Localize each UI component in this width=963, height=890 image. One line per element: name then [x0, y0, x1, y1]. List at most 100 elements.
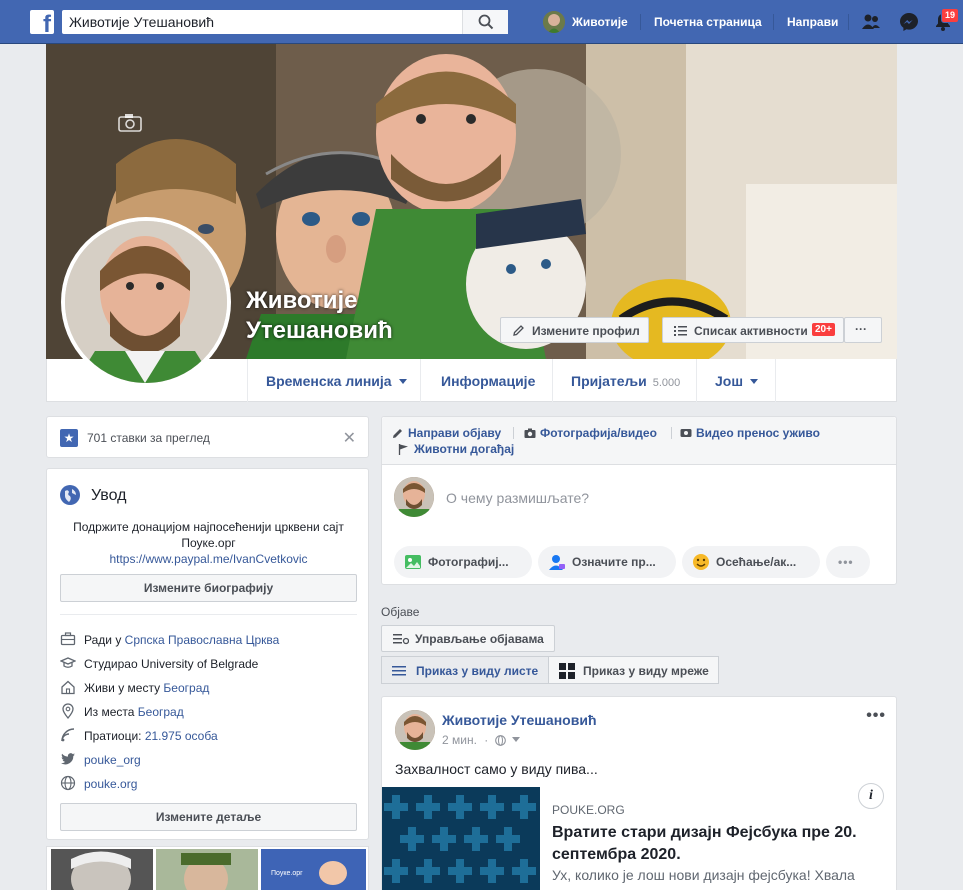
tab-photo-video[interactable]: Фотографија/видео: [524, 426, 657, 440]
activity-count-badge: 20+: [812, 323, 835, 336]
tab-life-event[interactable]: Животни догађај: [398, 442, 514, 456]
smiley-icon: [693, 554, 709, 570]
top-navigation-bar: f Животије Почетна страница Направи 19: [0, 0, 963, 44]
post-text: Захвалност само у виду пива...: [395, 761, 598, 777]
link-description: Ух, колико је лош нови дизајн фејсбука! …: [552, 867, 855, 883]
top-user-name: Животије: [572, 15, 628, 29]
separator: [671, 427, 672, 439]
post-meta: 2 мин. ·: [442, 733, 520, 747]
grid-view-button[interactable]: Приказ у виду мреже: [548, 656, 719, 684]
intro-bio: Подржите донацијом најпосећенији црквени…: [59, 519, 358, 567]
camera-icon[interactable]: [118, 112, 142, 132]
facebook-logo-icon[interactable]: f: [30, 10, 54, 37]
search-icon: [478, 14, 494, 30]
briefcase-icon: [60, 632, 76, 646]
tab-timeline[interactable]: Временска линија: [247, 359, 420, 402]
twitter-link[interactable]: pouke_org: [84, 753, 141, 767]
tab-friends[interactable]: Пријатељи 5.000: [552, 359, 696, 402]
profile-name-first: Животије: [246, 287, 358, 314]
separator: [640, 14, 641, 30]
divider: [60, 614, 357, 615]
avatar: [543, 11, 565, 33]
tab-more[interactable]: Још: [696, 359, 776, 402]
chevron-down-icon[interactable]: [511, 737, 520, 742]
globe-icon: [60, 485, 80, 505]
post-composer: Направи објаву Фотографија/видео Видео п…: [381, 416, 897, 585]
search-input[interactable]: [62, 10, 462, 34]
info-icon[interactable]: i: [858, 783, 884, 809]
tab-live-video[interactable]: Видео пренос уживо: [680, 426, 820, 440]
more-options-button[interactable]: ···: [844, 317, 882, 343]
work-link[interactable]: Српска Православна Црква: [125, 633, 280, 647]
website-link[interactable]: pouke.org: [84, 777, 137, 791]
friend-requests-icon[interactable]: [860, 11, 882, 33]
profile-picture[interactable]: [61, 217, 231, 387]
home-icon: [61, 680, 75, 695]
review-items-text: 701 ставки за преглед: [87, 431, 210, 445]
live-video-icon: [680, 429, 692, 437]
settings-list-icon: [393, 634, 409, 645]
photo-icon: [405, 555, 421, 569]
intro-title: Увод: [91, 487, 127, 504]
profile-name[interactable]: Животије Утешановић: [246, 286, 393, 346]
followers-icon: [61, 728, 75, 742]
link-preview-image[interactable]: [382, 787, 540, 890]
globe-icon: [60, 775, 76, 791]
separator: [513, 427, 514, 439]
flag-icon: [398, 444, 408, 455]
avatar[interactable]: [395, 710, 435, 750]
tab-create-post[interactable]: Направи објаву: [392, 426, 501, 440]
activity-log-button[interactable]: Списак активности 20+: [662, 317, 844, 343]
review-items-card[interactable]: ★ 701 ставки за преглед ✕: [46, 416, 369, 458]
posts-section-label: Објаве: [381, 605, 420, 619]
photo-thumbnail[interactable]: Поуке.орг: [261, 849, 366, 890]
list-icon: [392, 666, 406, 676]
photo-thumbnail[interactable]: [51, 849, 153, 890]
post-author-link[interactable]: Животије Утешановић: [442, 712, 597, 728]
search-box: [62, 10, 508, 34]
tab-about[interactable]: Информације: [420, 359, 552, 402]
link-title[interactable]: Вратите стари дизајн Фејсбука пре 20. се…: [552, 822, 882, 866]
edit-profile-button[interactable]: Измените профил: [500, 317, 649, 343]
camera-icon: [524, 428, 536, 438]
followers-link[interactable]: 21.975 особа: [145, 729, 218, 743]
star-icon: ★: [60, 429, 78, 447]
photo-thumbnail[interactable]: [156, 849, 258, 890]
close-icon[interactable]: ✕: [343, 428, 356, 448]
separator: [773, 14, 774, 30]
friends-count: 5.000: [652, 377, 681, 389]
grid-icon: [559, 663, 575, 679]
edit-details-button[interactable]: Измените детаље: [60, 803, 357, 831]
notifications-count-badge: 19: [941, 8, 960, 23]
more-options-pill[interactable]: •••: [826, 546, 870, 578]
search-button[interactable]: [462, 10, 508, 34]
separator: [848, 14, 849, 30]
post-options-button[interactable]: •••: [866, 707, 886, 725]
post-timestamp[interactable]: 2 мин.: [442, 733, 477, 747]
hometown-link[interactable]: Београд: [138, 705, 184, 719]
chevron-down-icon: [398, 379, 407, 384]
chevron-down-icon: [750, 379, 759, 384]
home-link[interactable]: Почетна страница: [654, 15, 762, 29]
location-pin-icon: [62, 703, 74, 719]
link-source: POUKE.ORG: [552, 803, 625, 817]
pencil-icon: [513, 325, 524, 336]
svg-text:Поуке.орг: Поуке.орг: [271, 870, 303, 877]
avatar: [394, 477, 434, 517]
tag-friends-pill[interactable]: Означите пр...: [538, 546, 676, 578]
create-link[interactable]: Направи: [787, 15, 838, 29]
composer-input[interactable]: О чему размишљате?: [446, 490, 589, 506]
current-city-link[interactable]: Београд: [163, 681, 209, 695]
feeling-activity-pill[interactable]: Осећање/ак...: [682, 546, 820, 578]
bio-link[interactable]: https://www.paypal.me/IvanCvetkovic: [59, 551, 358, 567]
photo-video-pill[interactable]: Фотографиј...: [394, 546, 532, 578]
list-icon: [674, 326, 687, 336]
globe-icon[interactable]: [494, 735, 506, 746]
profile-picture-image: [65, 221, 227, 383]
post-card: Животије Утешановић 2 мин. · ••• Захвалн…: [381, 696, 897, 890]
intro-card: Увод Подржите донацијом најпосећенији цр…: [46, 468, 369, 840]
messenger-icon[interactable]: [898, 11, 920, 33]
list-view-button[interactable]: Приказ у виду листе: [381, 656, 549, 684]
manage-posts-button[interactable]: Управљање објавама: [381, 625, 555, 652]
edit-bio-button[interactable]: Измените биографију: [60, 574, 357, 602]
